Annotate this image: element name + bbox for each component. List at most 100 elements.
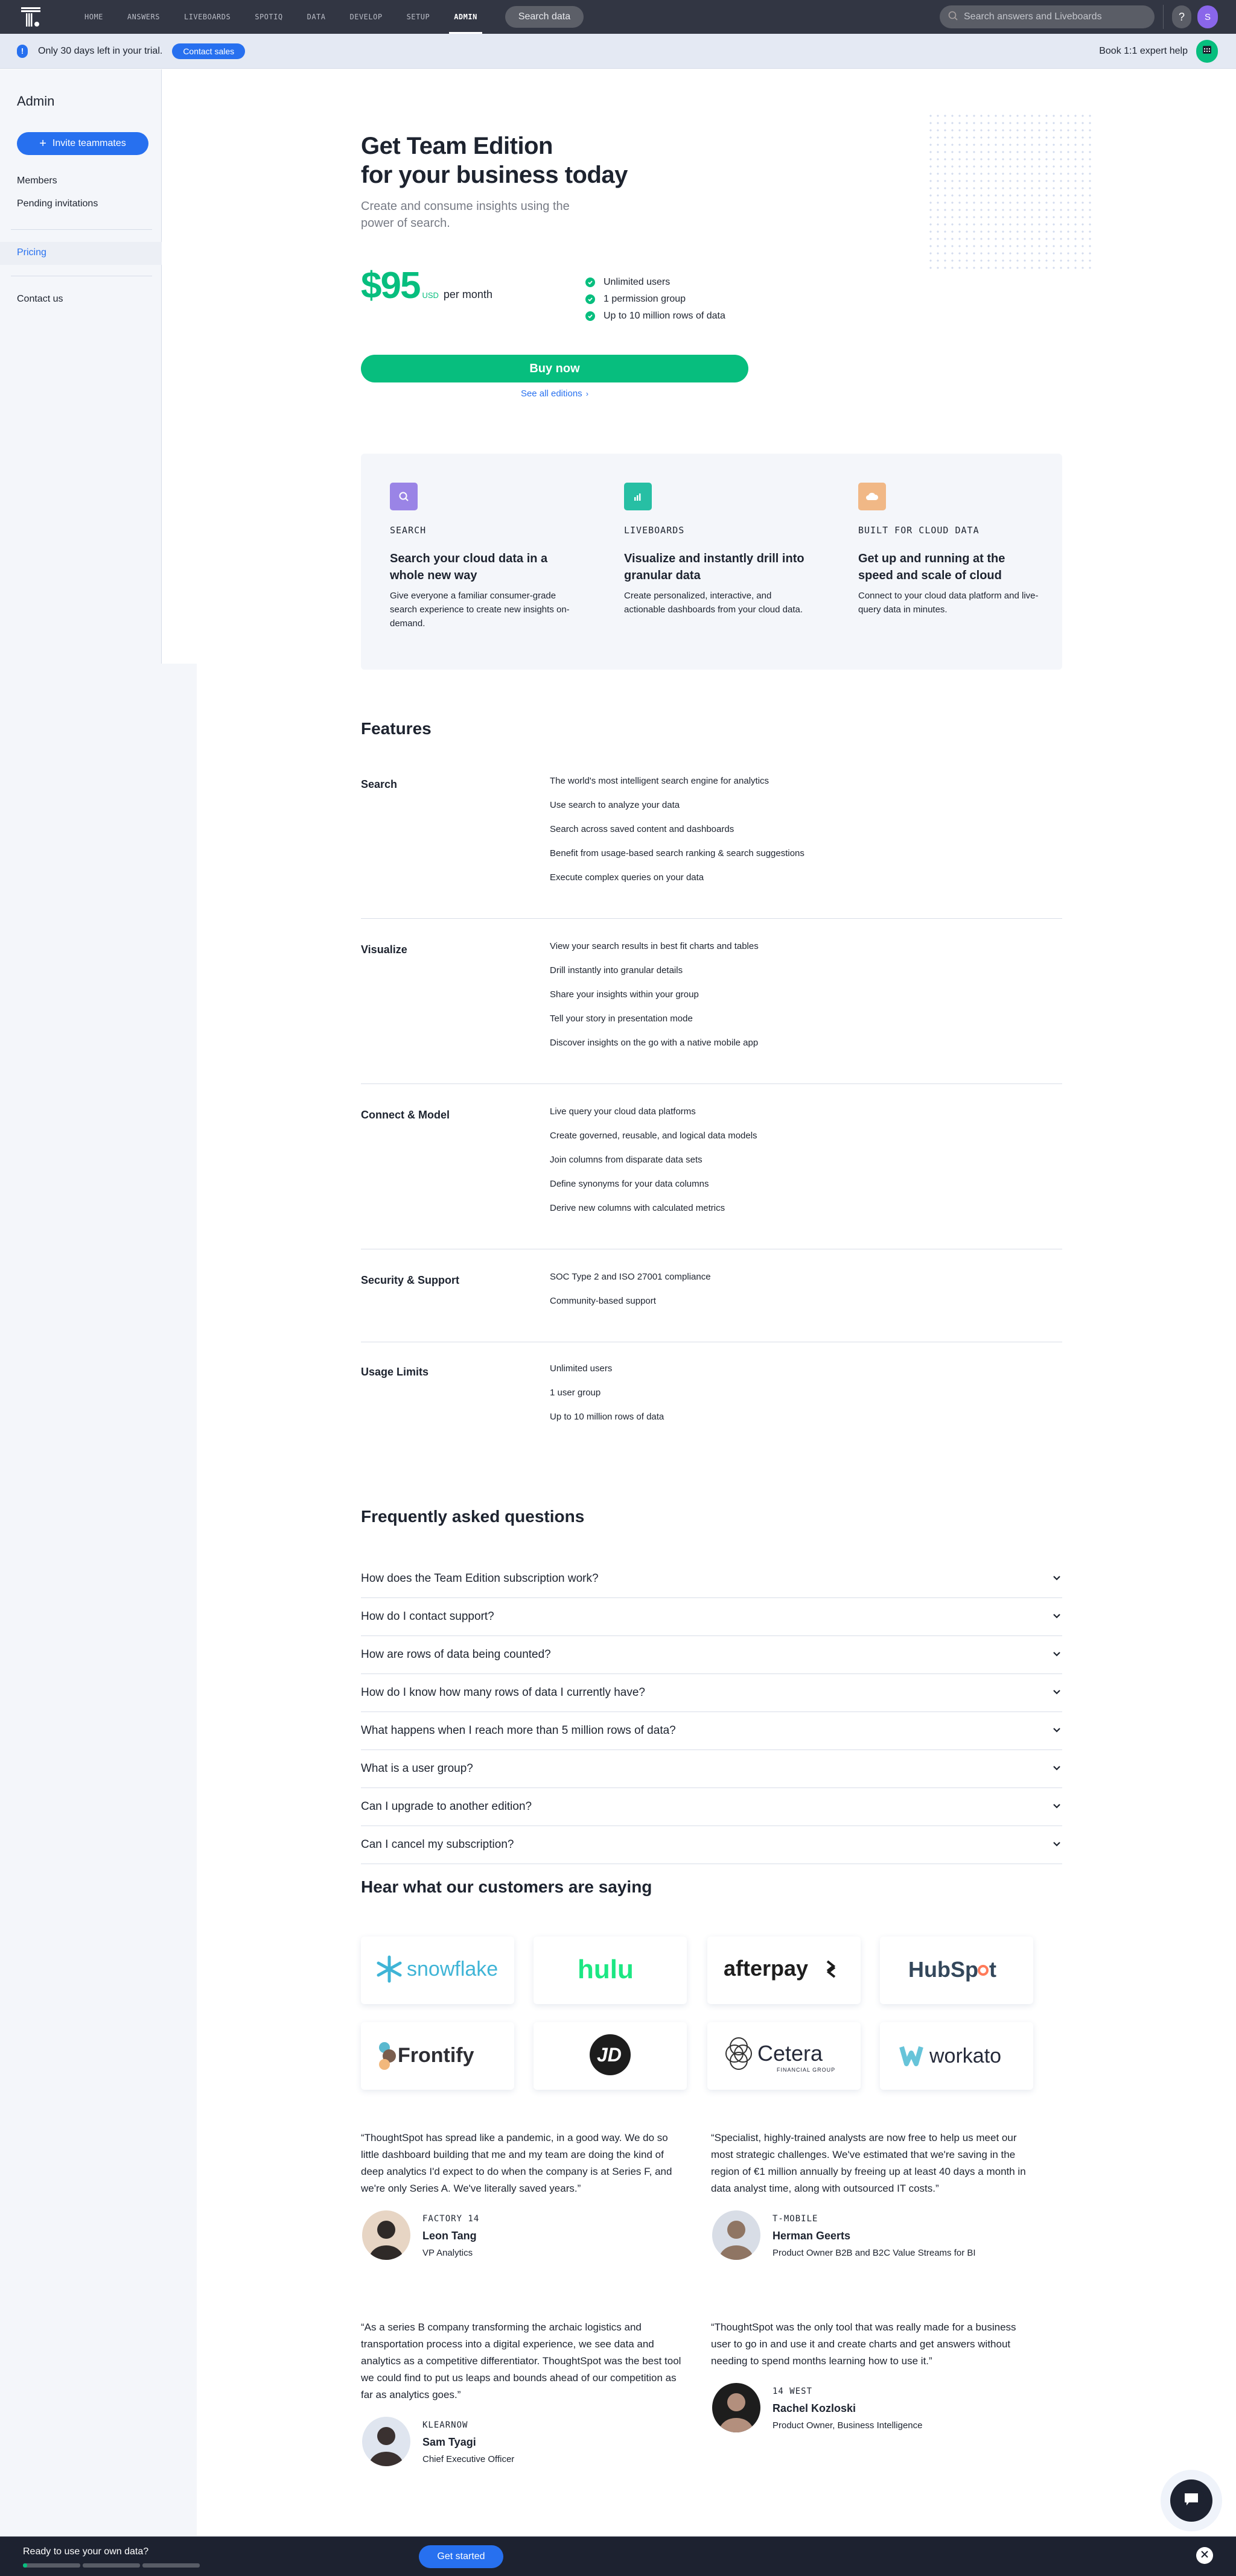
testimonial-name: Sam Tyagi [422,2436,476,2448]
faq-question[interactable]: How does the Team Edition subscription w… [361,1572,599,1585]
nav-item-setup[interactable]: SETUP [395,0,442,34]
close-bottom-bar-button[interactable] [1196,2547,1213,2564]
nav-item-develop[interactable]: DEVELOP [338,0,395,34]
search-icon [390,483,418,510]
chevron-down-icon[interactable] [1053,1611,1061,1622]
avatar [712,2383,760,2432]
sidebar-item-members[interactable]: Members [17,176,57,186]
feature-item: 1 user group [550,1388,601,1398]
invite-teammates-button[interactable]: + Invite teammates [17,132,148,155]
svg-text:snowflake: snowflake [407,1958,498,1981]
feature-item: Up to 10 million rows of data [550,1412,664,1422]
sidebar-item-pending-invitations[interactable]: Pending invitations [17,198,98,209]
thoughtspot-logo[interactable] [16,0,46,34]
faq-question[interactable]: How are rows of data being counted? [361,1648,551,1661]
svg-text:workato: workato [929,2045,1001,2067]
faq-question[interactable]: Can I upgrade to another edition? [361,1800,532,1813]
workato-logo-icon: workato [899,2040,1014,2073]
hero-subtitle: Create and consume insights using the po… [361,200,570,230]
admin-sidebar: Admin + Invite teammates Members Pending… [0,69,162,664]
feature-divider [361,1083,1062,1084]
plus-icon: + [39,137,46,150]
testimonial-quote: “Specialist, highly-trained analysts are… [711,2132,1026,2194]
see-all-editions-link[interactable]: See all editions › [361,389,748,399]
svg-text:Cetera: Cetera [757,2041,823,2066]
testimonial-author: 14 WEST Rachel Kozloski Product Owner, Bus… [711,2383,1037,2437]
faq-question[interactable]: Can I cancel my subscription? [361,1838,514,1851]
faq-question[interactable]: What is a user group? [361,1762,473,1775]
faq-question[interactable]: How do I contact support? [361,1610,494,1623]
see-all-editions-label[interactable]: See all editions [521,389,582,399]
nav-item-home[interactable]: HOME [72,0,115,34]
user-avatar[interactable]: S [1197,5,1218,28]
chevron-down-icon[interactable] [1053,1573,1061,1584]
chevron-down-icon[interactable] [1053,1801,1061,1812]
chevron-down-icon[interactable] [1053,1725,1061,1736]
nav-item-spotiq[interactable]: SPOTIQ [243,0,295,34]
expert-help-label[interactable]: Book 1:1 expert help [1099,46,1188,57]
close-icon [1201,2550,1208,2561]
expert-help[interactable]: Book 1:1 expert help [1099,39,1218,63]
feature-item: Community-based support [550,1296,656,1306]
chevron-down-icon[interactable] [1053,1763,1061,1774]
faq-item[interactable]: What happens when I reach more than 5 mi… [361,1712,1062,1750]
price-period: per month [443,288,492,300]
hero-title-line2: for your business today [361,162,628,188]
global-search-placeholder: Search answers and Liveboards [964,11,1102,22]
faq-item[interactable]: How do I contact support? [361,1598,1062,1636]
testimonial-quote: “ThoughtSpot was the only tool that was … [711,2321,1016,2367]
progress-segment [83,2563,140,2568]
chevron-down-icon[interactable] [1053,1839,1061,1850]
price-currency: USD [422,291,439,300]
sidebar-item-contact-us[interactable]: Contact us [17,294,63,305]
testimonial-name: Leon Tang [422,2230,477,2242]
faq-item[interactable]: What is a user group? [361,1750,1062,1788]
calendar-button[interactable] [1196,39,1218,63]
benefit-title: Visualize and instantly drill into granu… [624,552,804,582]
nav-item-liveboards[interactable]: LIVEBOARDS [172,0,243,34]
svg-text:t: t [989,1957,996,1982]
customer-logo-frontify: Frontify [361,2022,514,2090]
testimonial-role: Product Owner B2B and B2C Value Streams … [772,2248,976,2258]
buy-now-button[interactable]: Buy now [361,355,748,382]
testimonial-author: T-MOBILE Herman Geerts Product Owner B2B a… [711,2210,1037,2265]
feature-group-name: Connect & Model [361,1109,450,1121]
onboarding-bottom-bar: Ready to use your own data? Get started [0,2536,1236,2576]
hero-title: Get Team Edition for your business today [361,132,628,189]
feature-item: Use search to analyze your data [550,800,680,810]
global-search-input[interactable]: Search answers and Liveboards [940,5,1155,28]
faq-item[interactable]: Can I upgrade to another edition? [361,1788,1062,1826]
faq-item[interactable]: How are rows of data being counted? [361,1636,1062,1674]
sidebar-item-pricing[interactable]: Pricing [17,247,46,258]
chevron-down-icon[interactable] [1053,1649,1061,1660]
progress-segment [23,2563,80,2568]
testimonial-name: Rachel Kozloski [772,2402,856,2414]
feature-item: Discover insights on the go with a nativ… [550,1038,759,1048]
feature-item: Execute complex queries on your data [550,872,704,883]
help-button[interactable]: ? [1172,5,1191,28]
nav-item-admin[interactable]: ADMIN [442,0,489,34]
get-started-button[interactable]: Get started [419,2545,503,2568]
benefit-kicker: SEARCH [390,525,427,536]
sidebar-divider [11,229,152,230]
faq-item[interactable]: How does the Team Edition subscription w… [361,1560,1062,1598]
faq-question[interactable]: How do I know how many rows of data I cu… [361,1686,645,1699]
faq-item[interactable]: How do I know how many rows of data I cu… [361,1674,1062,1712]
testimonial-company: T-MOBILE [772,2214,818,2224]
faq-question[interactable]: What happens when I reach more than 5 mi… [361,1724,676,1737]
customer-logo-hulu: hulu [534,1937,687,2004]
faq-item[interactable]: Can I cancel my subscription? [361,1826,1062,1864]
nav-item-answers[interactable]: ANSWERS [115,0,172,34]
chevron-right-icon: › [585,389,589,398]
included-feature: 1 permission group [585,291,725,308]
contact-sales-button[interactable]: Contact sales [172,43,246,59]
nav-item-data[interactable]: DATA [295,0,338,34]
benefit-description: Give everyone a familiar consumer-grade … [390,591,570,629]
customer-logo-workato: workato [880,2022,1033,2090]
search-data-button[interactable]: Search data [505,6,584,28]
feature-item: The world's most intelligent search engi… [550,776,769,786]
chevron-down-icon[interactable] [1053,1687,1061,1698]
nav-divider [1163,5,1164,29]
benefit-kicker: LIVEBOARDS [624,525,685,536]
chat-button[interactable] [1170,2479,1212,2522]
